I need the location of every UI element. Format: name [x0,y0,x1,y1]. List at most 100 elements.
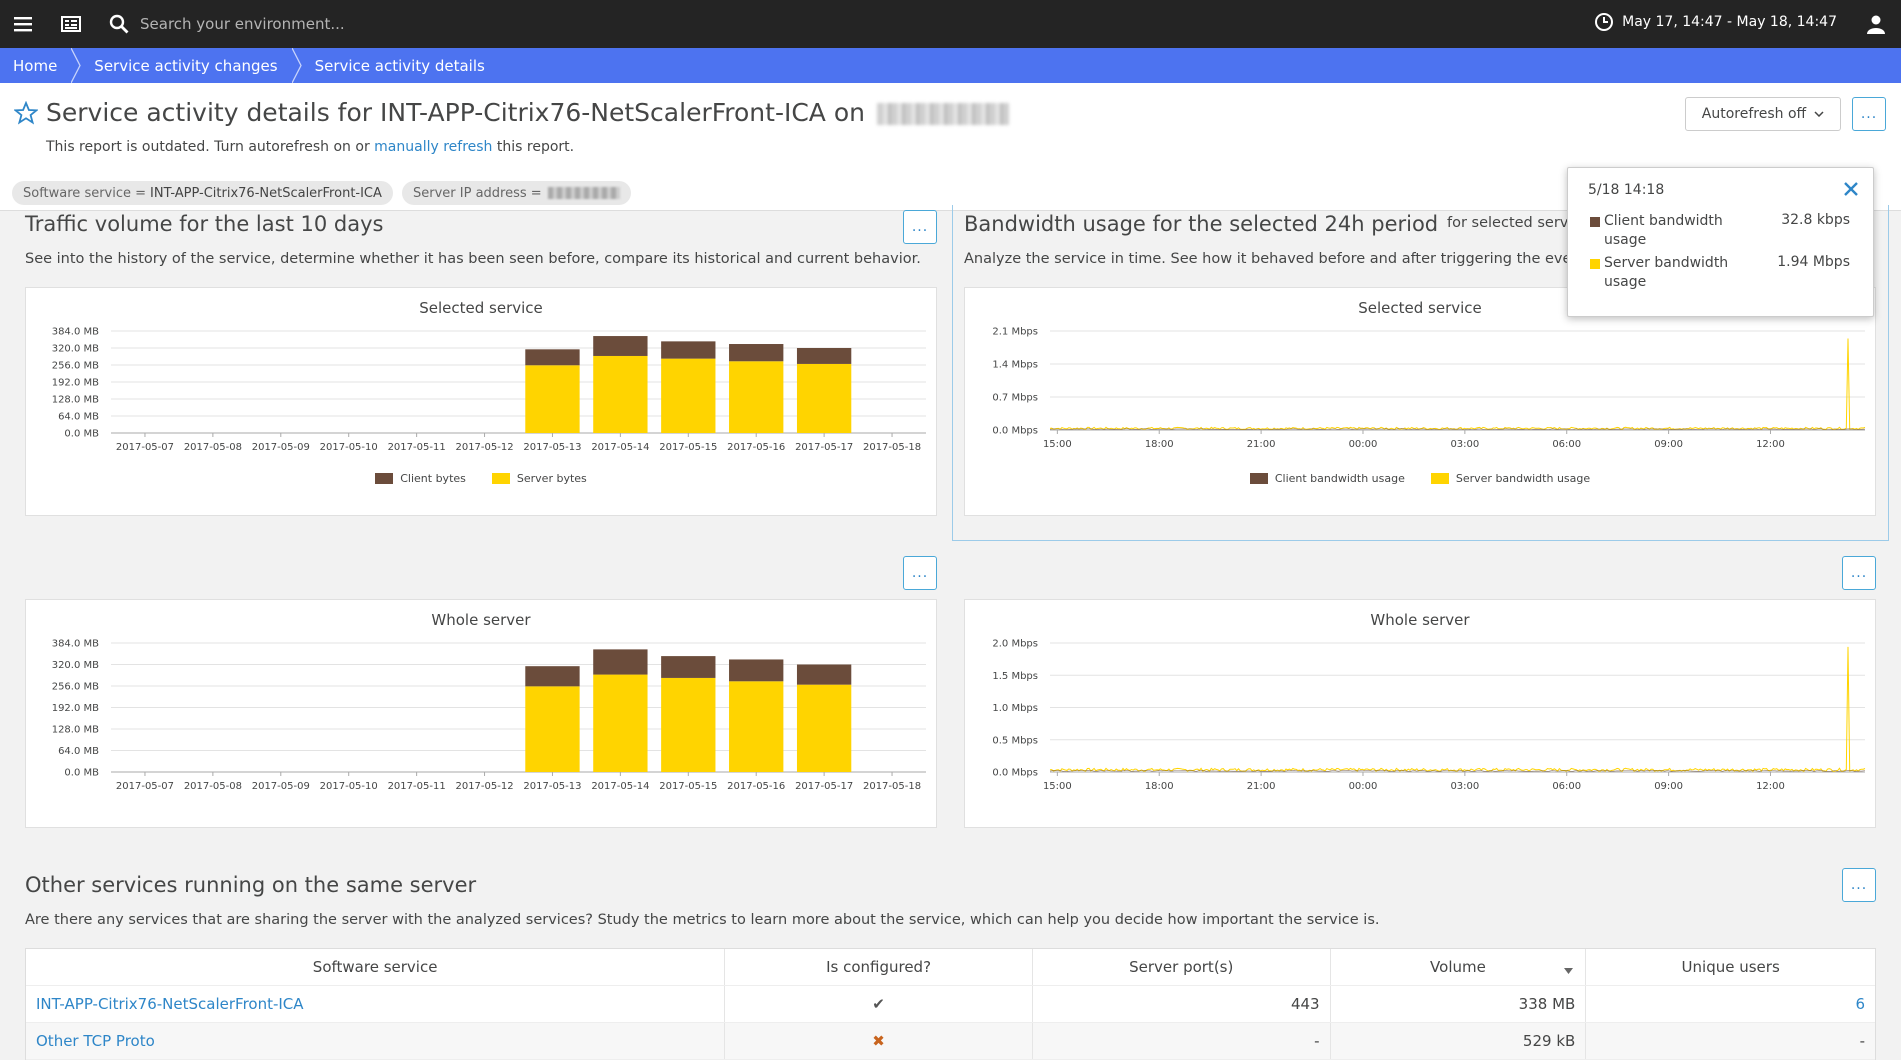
x-tick-label: 2017-05-12 [455,781,513,792]
bandwidth-whole-server-more-button[interactable]: ... [1842,556,1876,590]
x-tick-label: 2017-05-09 [252,781,310,792]
timeframe-label: May 17, 14:47 - May 18, 14:47 [1622,14,1837,30]
server-ports-cell: 443 [1033,986,1331,1022]
filter-chip-software-service[interactable]: Software service = INT-APP-Citrix76-NetSc… [12,181,393,205]
service-link[interactable]: INT-APP-Citrix76-NetScalerFront-ICA [36,995,304,1013]
bandwidth-description: Analyze the service in time. See how it … [964,251,1591,267]
bandwidth-title-suffix: for selected servi [1447,215,1573,231]
traffic-volume-title: Traffic volume for the last 10 days [25,212,384,236]
breadcrumb-home[interactable]: Home [0,48,71,83]
unique-users-link[interactable]: 6 [1855,995,1865,1013]
legend-item-client[interactable]: Client bytes [375,472,466,485]
bar-client-bytes [796,348,852,364]
traffic-whole-server-more-button[interactable]: ... [903,556,937,590]
volume-cell: 529 kB [1331,1023,1587,1059]
bar-server-bytes [796,363,852,433]
bar-server-bytes [525,365,580,433]
y-tick-label: 320.0 MB [52,660,99,671]
bar-chart-svg: 384.0 MB 320.0 MB 256.0 MB 192.0 MB 128.0 MB… [52,639,926,792]
header-more-button[interactable]: ... [1852,97,1886,131]
y-tick-label: 1.0 Mbps [992,703,1038,714]
tooltip-time: 5/18 14:18 [1588,182,1665,198]
bar-server-bytes [729,681,784,772]
y-tick-label: 2.0 Mbps [992,639,1038,650]
bar-server-bytes [593,355,648,433]
x-tick-label: 21:00 [1247,781,1276,792]
other-services-table: Software service Is configured? Server p… [25,948,1876,1060]
line-chart-svg: 2.0 Mbps 1.5 Mbps 1.0 Mbps 0.5 Mbps 0.0 Mbps… [992,639,1866,792]
table-row: INT-APP-Citrix76-NetScalerFront-ICA ✔ 44… [26,986,1875,1023]
legend-swatch [1249,473,1268,484]
favorite-star-icon[interactable] [14,101,38,125]
y-tick-label: 0.0 MB [64,768,99,779]
hamburger-menu-icon[interactable] [9,10,37,38]
bar-server-bytes [661,358,716,433]
x-tick-label: 18:00 [1145,781,1174,792]
autorefresh-label: Autorefresh off [1701,106,1807,122]
autorefresh-dropdown[interactable]: Autorefresh off [1685,97,1841,131]
legend-item-client-bandwidth[interactable]: Client bandwidth usage [1249,472,1405,485]
breadcrumb: Home Service activity changes Service ac… [0,48,1901,83]
x-tick-label: 2017-05-13 [523,442,581,453]
traffic-more-button[interactable]: ... [903,210,937,244]
chart-legend: Client bytes Server bytes [26,472,936,485]
legend-item-server-bandwidth[interactable]: Server bandwidth usage [1430,472,1590,485]
x-tick-label: 2017-05-10 [320,781,378,792]
chevron-down-icon [1814,111,1824,117]
x-tick-label: 2017-05-14 [591,442,649,453]
table-row: Other TCP Proto ✖ - 529 kB - [26,1023,1875,1060]
x-tick-label: 2017-05-15 [659,442,717,453]
y-tick-label: 256.0 MB [52,361,99,372]
search-icon[interactable] [105,10,133,38]
y-tick-label: 0.0 Mbps [992,426,1038,437]
line-server-bandwidth [1049,646,1866,772]
column-header-software-service[interactable]: Software service [26,949,726,985]
timeframe-selector[interactable]: May 17, 14:47 - May 18, 14:47 [1594,12,1837,32]
column-header-is-configured[interactable]: Is configured? [725,949,1033,985]
column-header-volume[interactable]: Volume [1331,949,1587,985]
x-tick-label: 2017-05-13 [523,781,581,792]
bar-server-bytes [525,686,580,772]
other-services-more-button[interactable]: ... [1842,868,1876,902]
y-tick-label: 384.0 MB [52,639,99,650]
bandwidth-title: Bandwidth usage for the selected 24h per… [964,212,1439,236]
x-tick-label: 2017-05-11 [388,442,446,453]
outdated-notice: This report is outdated. Turn autorefres… [46,139,575,155]
y-tick-label: 320.0 MB [52,344,99,355]
bandwidth-whole-server-chart: Whole server 2.0 Mbps 1.5 Mbps 1.0 Mbps 0.5… [964,599,1876,828]
x-tick-label: 2017-05-17 [795,442,853,453]
column-header-server-ports[interactable]: Server port(s) [1033,949,1331,985]
search-input[interactable] [140,10,660,38]
breadcrumb-service-activity-changes[interactable]: Service activity changes [81,48,291,83]
page-title: Service activity details for INT-APP-Cit… [46,98,1009,127]
legend-swatch [491,473,510,484]
y-tick-label: 0.7 Mbps [992,393,1038,404]
column-header-unique-users[interactable]: Unique users [1586,949,1875,985]
y-tick-label: 384.0 MB [52,327,99,338]
bar-client-bytes [729,659,784,682]
x-tick-label: 12:00 [1756,439,1785,450]
manually-refresh-link[interactable]: manually refresh [374,139,492,155]
close-icon[interactable] [1841,179,1861,199]
bar-client-bytes [729,344,784,362]
bar-server-bytes [661,677,716,772]
breadcrumb-service-activity-details[interactable]: Service activity details [302,48,499,83]
x-tick-label: 2017-05-18 [863,781,921,792]
legend-item-server[interactable]: Server bytes [491,472,587,485]
y-tick-label: 128.0 MB [52,725,99,736]
legend-swatch [375,473,394,484]
y-tick-label: 256.0 MB [52,682,99,693]
y-tick-label: 0.5 Mbps [992,735,1038,746]
service-link[interactable]: Other TCP Proto [36,1032,155,1050]
y-tick-label: 1.4 Mbps [992,360,1038,371]
tooltip-label: Server bandwidth usage [1604,255,1729,290]
x-tick-label: 18:00 [1145,439,1174,450]
tooltip-value: 1.94 Mbps [1777,254,1850,270]
y-tick-label: 192.0 MB [52,378,99,389]
dashboard-icon[interactable] [57,10,85,38]
bar-server-bytes [729,361,784,433]
user-icon[interactable] [1862,10,1890,38]
filter-chip-server-ip[interactable]: Server IP address = [402,181,631,205]
chart-tooltip: 5/18 14:18 Client bandwidth usage 32.8 k… [1567,167,1874,317]
configured-check-icon: ✔ [725,986,1033,1022]
